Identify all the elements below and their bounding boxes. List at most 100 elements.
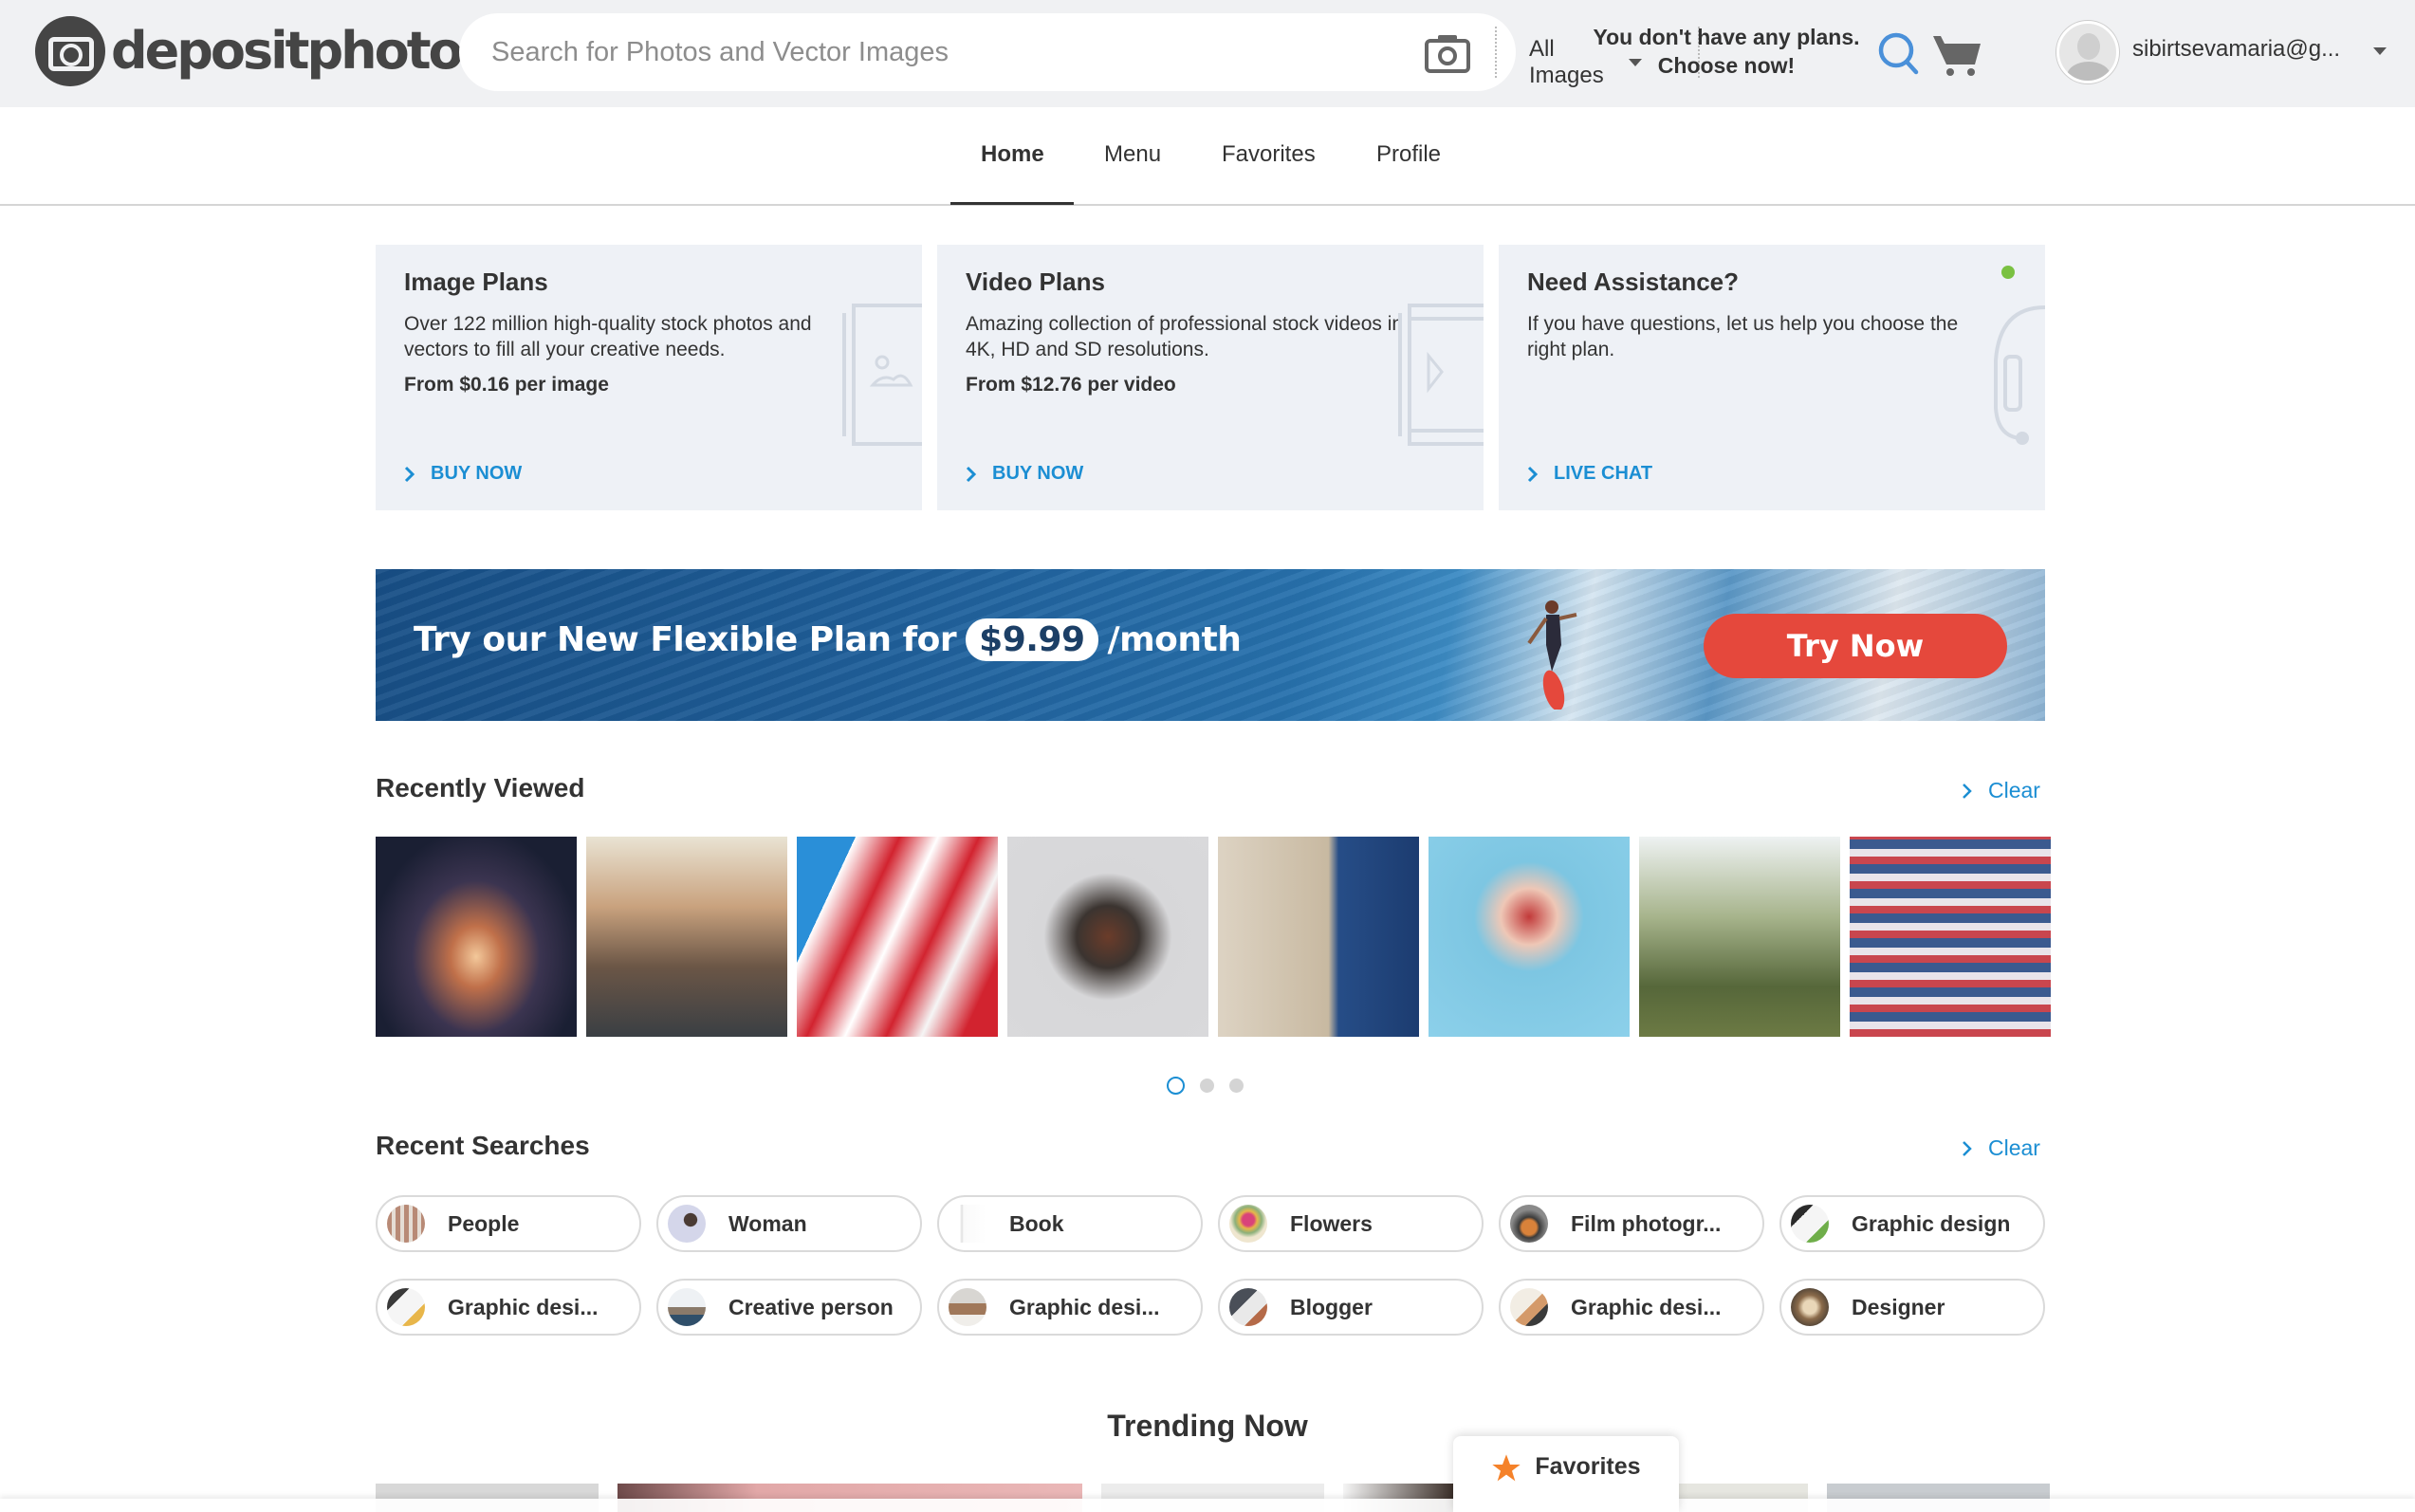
search-chip-graphic-design-4[interactable]: Graphic desi... xyxy=(1499,1279,1764,1336)
recently-viewed-carousel xyxy=(376,837,2051,1037)
user-email[interactable]: sibirtsevamaria@g... xyxy=(2132,36,2340,63)
favorites-panel-tab[interactable]: Favorites xyxy=(1453,1436,1679,1512)
trending-now-title: Trending Now xyxy=(1107,1409,1308,1443)
search-bar: All Images xyxy=(459,13,1919,91)
recently-viewed-title: Recently Viewed xyxy=(376,773,585,802)
search-chip-designer[interactable]: Designer xyxy=(1779,1279,2045,1336)
cta-label: LIVE CHAT xyxy=(1554,463,1653,484)
chip-label: Creative person xyxy=(728,1294,894,1319)
depositphotos-logo[interactable]: depositphotos ® xyxy=(35,16,502,86)
card-title: Image Plans xyxy=(404,267,548,296)
search-input[interactable] xyxy=(491,30,1060,74)
tab-favorites[interactable]: Favorites xyxy=(1222,141,1316,168)
buy-image-plan-link[interactable]: BUY NOW xyxy=(404,463,522,485)
chevron-right-icon xyxy=(1963,783,1972,799)
thumbnail-flag-field[interactable] xyxy=(1850,837,2051,1037)
clear-label: Clear xyxy=(1988,1135,2040,1160)
no-plans-link[interactable]: You don't have any plans. Choose now! xyxy=(1556,23,1897,80)
card-description: Over 122 million high-quality stock phot… xyxy=(404,313,812,360)
card-description: Amazing collection of professional stock… xyxy=(966,313,1404,360)
page-dot-3[interactable] xyxy=(1229,1079,1244,1093)
search-chip-graphic-design-2[interactable]: Graphic desi... xyxy=(376,1279,641,1336)
chip-label: Graphic design xyxy=(1852,1210,2011,1236)
chip-label: Book xyxy=(1009,1210,1064,1236)
banner-price: $9.99 xyxy=(966,618,1098,661)
thumbnail-fireworks[interactable] xyxy=(376,837,577,1037)
chip-label: Graphic desi... xyxy=(1009,1294,1160,1319)
search-chip-creative-person[interactable]: Creative person xyxy=(656,1279,922,1336)
recent-searches-title: Recent Searches xyxy=(376,1131,590,1160)
thumbnail-waving-flag[interactable] xyxy=(1639,837,1840,1037)
online-status-dot xyxy=(2001,266,2015,279)
chip-label: Woman xyxy=(728,1210,807,1236)
cart-icon[interactable] xyxy=(1931,32,1984,78)
plans-message-line1: You don't have any plans. xyxy=(1593,25,1860,49)
clear-recent-searches-link[interactable]: Clear xyxy=(1962,1135,2040,1161)
thumbnail-heart-hands[interactable] xyxy=(1429,837,1630,1037)
tab-home[interactable]: Home xyxy=(981,141,1044,168)
film-strip-icon xyxy=(1398,304,1484,446)
search-chip-blogger[interactable]: Blogger xyxy=(1218,1279,1484,1336)
chip-thumbnail xyxy=(1229,1288,1267,1326)
need-assistance-card: Need Assistance? If you have questions, … xyxy=(1499,245,2045,510)
banner-text-after: /month xyxy=(1107,620,1242,659)
top-header: depositphotos ® All Images You don't hav… xyxy=(0,0,2415,107)
thumbnail-declaration[interactable] xyxy=(1218,837,1419,1037)
card-description: If you have questions, let us help you c… xyxy=(1527,313,1959,360)
plans-message-line2: Choose now! xyxy=(1657,53,1796,78)
chip-label: People xyxy=(448,1210,520,1236)
video-plans-card: Video Plans Amazing collection of profes… xyxy=(937,245,1484,510)
page-dot-1[interactable] xyxy=(1167,1077,1185,1095)
chevron-right-icon xyxy=(1963,1140,1972,1156)
camera-search-icon[interactable] xyxy=(1424,32,1471,74)
clear-label: Clear xyxy=(1988,778,2040,802)
search-chip-graphic-design[interactable]: Graphic design xyxy=(1779,1195,2045,1252)
thumbnail-friends-flag[interactable] xyxy=(586,837,787,1037)
chip-thumbnail xyxy=(1229,1205,1267,1243)
logo-text: depositphotos xyxy=(111,21,491,81)
cta-label: BUY NOW xyxy=(431,463,523,484)
chip-thumbnail xyxy=(387,1205,425,1243)
thumbnail-eagle[interactable] xyxy=(1007,837,1208,1037)
card-price: From $0.16 per image xyxy=(404,374,609,396)
card-title: Video Plans xyxy=(966,267,1105,296)
active-tab-indicator xyxy=(950,202,1074,205)
recent-searches-list: People Woman Book Flowers Film photogr..… xyxy=(376,1195,2045,1336)
image-plans-card: Image Plans Over 122 million high-qualit… xyxy=(376,245,922,510)
chip-label: Graphic desi... xyxy=(1571,1294,1722,1319)
clear-recently-viewed-link[interactable]: Clear xyxy=(1962,778,2040,803)
chip-label: Blogger xyxy=(1290,1294,1373,1319)
live-chat-link[interactable]: LIVE CHAT xyxy=(1527,463,1652,485)
thumbnail-woman-flag[interactable] xyxy=(797,837,998,1037)
chip-thumbnail xyxy=(387,1288,425,1326)
camera-logo-icon xyxy=(35,16,105,86)
search-chip-woman[interactable]: Woman xyxy=(656,1195,922,1252)
chip-thumbnail xyxy=(668,1205,706,1243)
chip-label: Graphic desi... xyxy=(448,1294,599,1319)
star-icon xyxy=(1492,1454,1521,1482)
chip-thumbnail xyxy=(949,1205,986,1243)
bottom-panel xyxy=(0,1499,2415,1512)
tab-profile[interactable]: Profile xyxy=(1376,141,1441,168)
buy-video-plan-link[interactable]: BUY NOW xyxy=(966,463,1083,485)
search-chip-people[interactable]: People xyxy=(376,1195,641,1252)
chevron-right-icon xyxy=(1527,466,1539,482)
search-chip-flowers[interactable]: Flowers xyxy=(1218,1195,1484,1252)
card-title: Need Assistance? xyxy=(1527,267,1740,296)
chip-label: Flowers xyxy=(1290,1210,1373,1236)
search-chip-film-photography[interactable]: Film photogr... xyxy=(1499,1195,1764,1252)
chip-thumbnail xyxy=(1510,1288,1548,1326)
user-avatar[interactable] xyxy=(2056,21,2119,83)
image-frame-icon xyxy=(842,304,922,446)
account-caret-icon[interactable] xyxy=(2373,47,2387,55)
chip-thumbnail xyxy=(949,1288,986,1326)
tab-menu[interactable]: Menu xyxy=(1104,141,1161,168)
chevron-right-icon xyxy=(966,466,977,482)
search-chip-book[interactable]: Book xyxy=(937,1195,1203,1252)
chip-thumbnail xyxy=(1791,1288,1829,1326)
try-now-button[interactable]: Try Now xyxy=(1704,614,2007,678)
page-dot-2[interactable] xyxy=(1200,1079,1214,1093)
flexible-plan-banner[interactable]: Try our New Flexible Plan for $9.99 /mon… xyxy=(376,569,2045,721)
cta-label: BUY NOW xyxy=(992,463,1084,484)
search-chip-graphic-design-3[interactable]: Graphic desi... xyxy=(937,1279,1203,1336)
